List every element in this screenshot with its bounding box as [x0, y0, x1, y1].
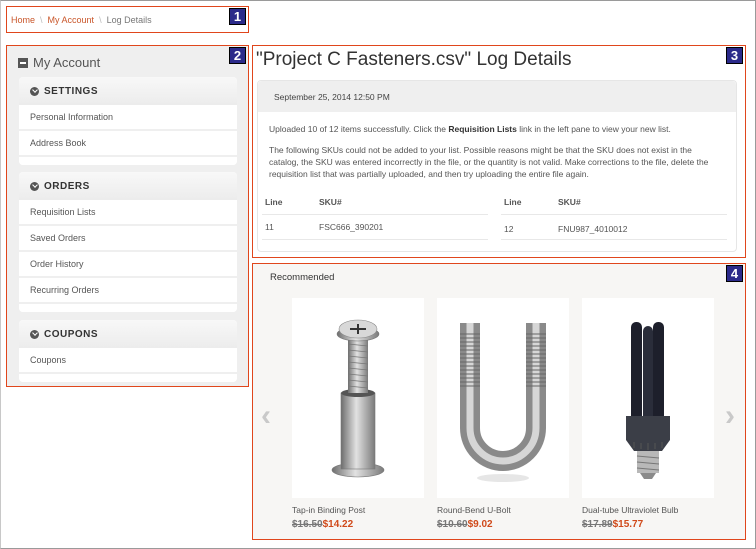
table-header: Line SKU#: [262, 190, 488, 215]
sidebar-group-settings: SETTINGS Personal Information Address Bo…: [19, 77, 237, 165]
product-card[interactable]: Dual-tube Ultraviolet Bulb $17.89$15.77: [582, 298, 714, 530]
group-footer: [19, 374, 237, 382]
product-name[interactable]: Dual-tube Ultraviolet Bulb: [582, 505, 714, 515]
product-card[interactable]: Tap-in Binding Post $16.50$14.22: [292, 298, 424, 530]
product-price: $10.60$9.02: [437, 519, 569, 530]
old-price: $17.89: [582, 519, 613, 530]
old-price: $16.50: [292, 519, 323, 530]
sale-price: $9.02: [467, 519, 493, 530]
summary-text: Uploaded 10 of 12 items successfully. Cl…: [269, 124, 449, 134]
sidebar-group-coupons: COUPONS Coupons: [19, 320, 237, 382]
failed-sku-table-left: Line SKU# 11 FSC666_390201: [262, 190, 488, 240]
page-title: "Project C Fasteners.csv" Log Details: [256, 49, 572, 70]
callout-badge-2: 2: [229, 47, 246, 64]
breadcrumb-separator: \: [99, 15, 102, 25]
chevron-down-icon: [30, 181, 39, 191]
sidebar-item-saved-orders[interactable]: Saved Orders: [19, 226, 237, 252]
callout-badge-1: 1: [229, 8, 246, 25]
col-line: Line: [504, 197, 522, 207]
error-explanation: The following SKUs could not be added to…: [269, 145, 709, 179]
sku-value: FSC666_390201: [319, 222, 384, 232]
group-footer: [19, 157, 237, 165]
col-line: Line: [265, 197, 283, 207]
carousel-prev-button[interactable]: ‹: [261, 399, 271, 433]
coupons-group-header[interactable]: COUPONS: [19, 320, 237, 348]
sidebar-item-recurring-orders[interactable]: Recurring Orders: [19, 278, 237, 304]
product-price: $16.50$14.22: [292, 519, 424, 530]
summary-text-end: link in the left pane to view your new l…: [516, 124, 671, 134]
group-footer: [19, 304, 237, 312]
breadcrumb-my-account[interactable]: My Account: [48, 15, 95, 25]
table-row: 11 FSC666_390201: [262, 215, 488, 240]
collapse-icon: [18, 57, 28, 68]
log-details-region: "Project C Fasteners.csv" Log Details Se…: [252, 45, 746, 258]
sidebar-item-order-history[interactable]: Order History: [19, 252, 237, 278]
breadcrumb-home[interactable]: Home: [11, 15, 35, 25]
old-price: $10.60: [437, 519, 468, 530]
uv-bulb-image[interactable]: [582, 298, 714, 498]
sale-price: $14.22: [322, 519, 354, 530]
sku-value: FNU987_4010012: [558, 224, 628, 234]
sidebar-item-coupons[interactable]: Coupons: [19, 348, 237, 374]
my-account-header[interactable]: My Account: [18, 55, 100, 70]
product-name[interactable]: Tap-in Binding Post: [292, 505, 424, 515]
line-value: 12: [504, 224, 514, 234]
product-price: $17.89$15.77: [582, 519, 714, 530]
col-sku: SKU#: [319, 197, 342, 207]
recommended-title: Recommended: [270, 272, 335, 283]
binding-post-image[interactable]: [292, 298, 424, 498]
sidebar: My Account SETTINGS Personal Information…: [6, 45, 249, 387]
breadcrumb: Home \ My Account \ Log Details: [11, 15, 152, 25]
failed-sku-table-right: Line SKU# 12 FNU987_4010012: [501, 190, 727, 240]
orders-group-header[interactable]: ORDERS: [19, 172, 237, 200]
breadcrumb-separator: \: [40, 15, 43, 25]
orders-label: ORDERS: [44, 180, 90, 192]
sidebar-item-requisition-lists[interactable]: Requisition Lists: [19, 200, 237, 226]
my-account-title: My Account: [33, 55, 101, 70]
product-card[interactable]: Round-Bend U-Bolt $10.60$9.02: [437, 298, 569, 530]
product-name[interactable]: Round-Bend U-Bolt: [437, 505, 569, 515]
col-sku: SKU#: [558, 197, 581, 207]
breadcrumb-current: Log Details: [106, 15, 152, 25]
log-date: September 25, 2014 12:50 PM: [258, 81, 736, 112]
table-row: 12 FNU987_4010012: [501, 215, 727, 240]
carousel-next-button[interactable]: ›: [725, 399, 735, 433]
sale-price: $15.77: [612, 519, 644, 530]
u-bolt-image[interactable]: [437, 298, 569, 498]
chevron-down-icon: [30, 329, 39, 339]
sidebar-item-personal-information[interactable]: Personal Information: [19, 105, 237, 131]
line-value: 11: [265, 222, 274, 232]
coupons-label: COUPONS: [44, 328, 99, 340]
breadcrumb-region: Home \ My Account \ Log Details 1: [6, 6, 249, 33]
callout-badge-3: 3: [726, 47, 743, 64]
log-card: September 25, 2014 12:50 PM Uploaded 10 …: [257, 80, 737, 252]
sidebar-group-orders: ORDERS Requisition Lists Saved Orders Or…: [19, 172, 237, 312]
upload-summary: Uploaded 10 of 12 items successfully. Cl…: [269, 123, 719, 135]
sidebar-item-address-book[interactable]: Address Book: [19, 131, 237, 157]
callout-badge-4: 4: [726, 265, 743, 282]
recommended-region: Recommended ‹ › Tap-in Binding Post $16.…: [252, 263, 746, 540]
settings-label: SETTINGS: [44, 85, 99, 97]
chevron-down-icon: [30, 86, 39, 96]
requisition-lists-ref: Requisition Lists: [448, 124, 517, 134]
table-header: Line SKU#: [501, 190, 727, 215]
settings-group-header[interactable]: SETTINGS: [19, 77, 237, 105]
